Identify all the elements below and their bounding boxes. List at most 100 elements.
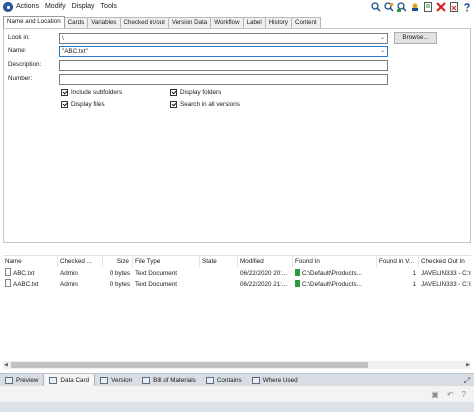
tab-where-used-label: Where Used <box>262 376 298 384</box>
cell-state <box>200 268 238 279</box>
text-file-icon <box>5 279 11 287</box>
cell-checked-out-by: Admin <box>60 281 78 288</box>
tab-preview[interactable]: Preview <box>0 374 43 387</box>
tab-label[interactable]: Label <box>242 17 266 28</box>
cell-modified: 06/22/2020 21:... <box>240 281 288 288</box>
description-label: Description: <box>8 61 42 68</box>
checkmark-icon <box>61 89 68 96</box>
search-toolbar <box>371 1 472 12</box>
tab-version-data[interactable]: Version Data <box>167 17 212 28</box>
look-in-field[interactable]: \ ⌄ <box>59 33 388 44</box>
menu-tools[interactable]: Tools <box>98 0 120 14</box>
tab-name-and-location[interactable]: Name and Location <box>3 16 65 28</box>
delete-icon[interactable] <box>436 1 446 12</box>
cell-checked-out-in: JAVELIN333 - C:\De <box>421 270 471 277</box>
tab-version[interactable]: Version <box>95 374 137 387</box>
column-header-file-type[interactable]: File Type <box>133 256 200 267</box>
column-header-state[interactable]: State <box>200 256 238 267</box>
horizontal-scrollbar[interactable]: ◀ ▶ <box>3 361 471 369</box>
help-icon[interactable]: ? <box>462 390 466 399</box>
contains-icon <box>205 376 214 384</box>
menu-modify[interactable]: Modify <box>42 0 69 14</box>
chevron-down-icon[interactable]: ⌄ <box>380 47 385 56</box>
menu-actions[interactable]: Actions <box>13 0 42 14</box>
tab-variables[interactable]: Variables <box>87 17 121 28</box>
name-value: "ABC.txt" <box>62 48 88 55</box>
data-card-strip <box>0 402 474 412</box>
tab-history[interactable]: History <box>264 17 292 28</box>
find-icon[interactable] <box>371 1 381 12</box>
found-in-path: C:\Default\Products... <box>302 270 362 277</box>
cell-file-type: Text Document <box>135 281 177 288</box>
tab-bill-of-materials-label: Bill of Materials <box>153 376 196 384</box>
cell-found-in-version: 1 <box>412 281 416 288</box>
name-field[interactable]: "ABC.txt" ⌄ <box>59 46 388 57</box>
search-tabs: Name and Location Cards Variables Checke… <box>3 16 321 28</box>
open-search-icon[interactable] <box>423 1 433 12</box>
chevron-down-icon[interactable]: ⌄ <box>380 34 385 43</box>
tab-checked-in-out[interactable]: Checked in/out <box>119 17 169 28</box>
tab-content[interactable]: Content <box>290 17 321 28</box>
display-folders-label: Display folders <box>180 89 222 96</box>
display-folders-checkbox[interactable]: Display folders <box>170 89 221 96</box>
search-all-versions-checkbox[interactable]: Search in all versions <box>170 101 240 108</box>
cell-found-in: C:\Default\Products... <box>293 279 377 290</box>
data-card-icon <box>49 376 58 384</box>
column-header-size[interactable]: Size <box>103 256 133 267</box>
column-header-name[interactable]: Name <box>3 256 58 267</box>
cell-checked-out-by: Admin <box>60 270 78 277</box>
description-field[interactable] <box>59 60 388 71</box>
find-item-icon[interactable] <box>384 1 394 12</box>
tab-data-card-label: Data Card <box>60 376 90 384</box>
file-name: AABC.txt <box>13 281 39 288</box>
app-icon[interactable] <box>3 2 13 12</box>
menu-bar: Actions Modify Display Tools <box>0 0 474 14</box>
data-card-toolbar: ▣ ↶ ? <box>431 390 466 399</box>
cell-found-in: C:\Default\Products... <box>293 268 377 279</box>
tab-contains-label: Contains <box>216 376 242 384</box>
where-used-icon <box>251 376 260 384</box>
include-subfolders-label: Include subfolders <box>71 89 123 96</box>
display-files-checkbox[interactable]: Display files <box>61 101 105 108</box>
vault-folder-icon <box>295 269 300 276</box>
cell-modified: 06/22/2020 20:... <box>240 270 288 277</box>
browse-button[interactable]: Browse... <box>394 32 437 44</box>
tab-where-used[interactable]: Where Used <box>247 374 303 387</box>
cell-size: 0 bytes <box>109 270 130 277</box>
bill-of-materials-icon <box>142 376 151 384</box>
column-header-checked-out-by[interactable]: Checked ... <box>58 256 103 267</box>
tab-workflow[interactable]: Workflow <box>210 17 244 28</box>
cell-state <box>200 279 238 290</box>
cell-found-in-version: 1 <box>412 270 416 277</box>
checkmark-icon <box>61 101 68 108</box>
number-field[interactable] <box>59 74 388 85</box>
vault-folder-icon <box>295 280 300 287</box>
undo-icon[interactable]: ↶ <box>447 390 454 399</box>
results-list: Name Checked ... Size File Type State Mo… <box>3 255 471 370</box>
clear-icon[interactable] <box>449 1 459 12</box>
tab-contains[interactable]: Contains <box>201 374 247 387</box>
tab-bill-of-materials[interactable]: Bill of Materials <box>137 374 201 387</box>
save-search-icon[interactable] <box>410 1 420 12</box>
find-similar-icon[interactable] <box>397 1 407 12</box>
text-file-icon <box>5 268 11 276</box>
display-files-label: Display files <box>71 101 105 108</box>
scrollbar-thumb[interactable] <box>11 362 368 368</box>
tab-preview-label: Preview <box>16 376 39 384</box>
tab-cards[interactable]: Cards <box>63 17 89 28</box>
bottom-tab-bar: Preview Data Card Version Bill of Materi… <box>0 373 474 387</box>
scroll-right-icon[interactable]: ▶ <box>466 361 470 369</box>
tab-data-card[interactable]: Data Card <box>43 373 96 387</box>
column-header-found-in[interactable]: Found In <box>293 256 377 267</box>
preview-icon <box>5 376 13 384</box>
menu-display[interactable]: Display <box>69 0 98 14</box>
save-icon[interactable]: ▣ <box>431 390 439 399</box>
include-subfolders-checkbox[interactable]: Include subfolders <box>61 89 122 96</box>
help-icon[interactable] <box>462 1 472 12</box>
scroll-left-icon[interactable]: ◀ <box>4 361 8 369</box>
cell-file-type: Text Document <box>135 270 177 277</box>
cell-size: 0 bytes <box>109 281 130 288</box>
column-header-checked-out-in[interactable]: Checked Out In <box>419 256 471 267</box>
column-header-found-in-version[interactable]: Found in V... <box>377 256 419 267</box>
column-header-modified[interactable]: Modified <box>238 256 293 267</box>
